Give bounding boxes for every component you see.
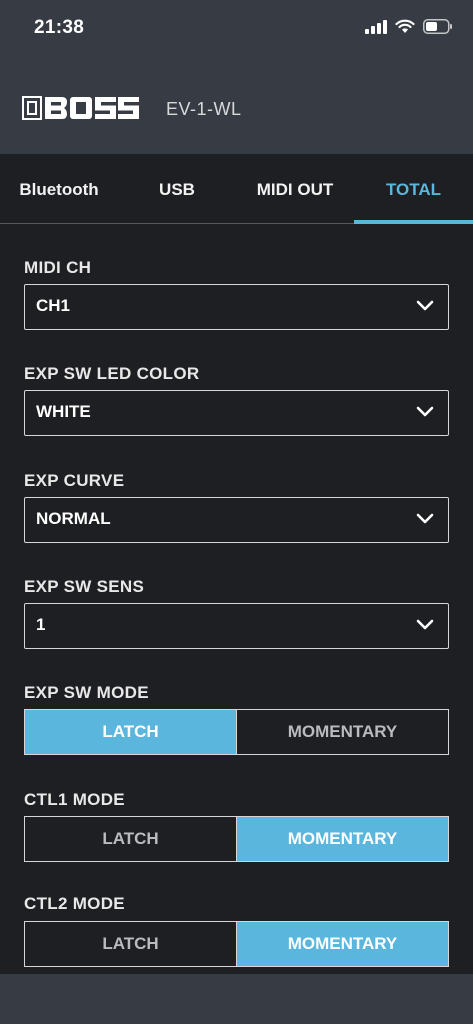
- status-bar: 21:38: [0, 0, 473, 58]
- midi-ch-select[interactable]: CH1: [24, 284, 449, 330]
- chevron-down-icon: [416, 619, 434, 630]
- exp-sw-led-color-value: WHITE: [36, 402, 91, 421]
- exp-curve-select[interactable]: NORMAL: [24, 497, 449, 543]
- ctl2-mode-momentary-button[interactable]: MOMENTARY: [236, 922, 448, 966]
- chevron-down-icon: [416, 513, 434, 524]
- ctl1-mode-label: CTL1 MODE: [24, 790, 125, 809]
- footer-bar: [0, 974, 473, 1024]
- tab-usb[interactable]: USB: [118, 154, 236, 224]
- status-icons: [365, 19, 453, 34]
- tab-total[interactable]: TOTAL: [354, 154, 473, 224]
- ctl2-mode-toggle: LATCH MOMENTARY: [24, 921, 449, 967]
- midi-ch-value: CH1: [36, 296, 71, 315]
- exp-sw-led-color-label: EXP SW LED COLOR: [24, 364, 200, 383]
- app-header: 21:38 EV-1-WL: [0, 0, 473, 154]
- tab-bluetooth[interactable]: Bluetooth: [0, 154, 118, 224]
- exp-sw-mode-label: EXP SW MODE: [24, 683, 149, 702]
- cellular-signal-icon: [365, 19, 387, 34]
- status-time: 21:38: [34, 17, 85, 38]
- app-bar: EV-1-WL: [0, 86, 473, 132]
- chevron-down-icon: [416, 406, 434, 417]
- exp-sw-sens-select[interactable]: 1: [24, 603, 449, 649]
- chevron-down-icon: [416, 300, 434, 311]
- midi-ch-label: MIDI CH: [24, 258, 92, 277]
- device-name: EV-1-WL: [166, 99, 242, 119]
- ctl1-mode-toggle: LATCH MOMENTARY: [24, 816, 449, 862]
- tab-midi-out[interactable]: MIDI OUT: [236, 154, 354, 224]
- ctl2-mode-latch-button[interactable]: LATCH: [25, 922, 236, 966]
- exp-sw-sens-value: 1: [36, 615, 46, 634]
- exp-sw-mode-toggle: LATCH MOMENTARY: [24, 709, 449, 755]
- boss-logo: [22, 96, 139, 120]
- battery-icon: [423, 19, 452, 34]
- tab-bar: Bluetooth USB MIDI OUT TOTAL: [0, 154, 473, 224]
- ctl1-mode-momentary-button[interactable]: MOMENTARY: [236, 817, 448, 861]
- exp-sw-mode-latch-button[interactable]: LATCH: [25, 710, 236, 754]
- wifi-icon: [395, 19, 415, 33]
- settings-panel: MIDI CH CH1 EXP SW LED COLOR WHITE EXP C…: [0, 224, 473, 974]
- exp-sw-sens-label: EXP SW SENS: [24, 577, 145, 596]
- exp-curve-label: EXP CURVE: [24, 471, 125, 490]
- exp-curve-value: NORMAL: [36, 509, 111, 528]
- exp-sw-led-color-select[interactable]: WHITE: [24, 390, 449, 436]
- ctl1-mode-latch-button[interactable]: LATCH: [25, 817, 236, 861]
- ctl2-mode-label: CTL2 MODE: [24, 894, 125, 913]
- exp-sw-mode-momentary-button[interactable]: MOMENTARY: [236, 710, 448, 754]
